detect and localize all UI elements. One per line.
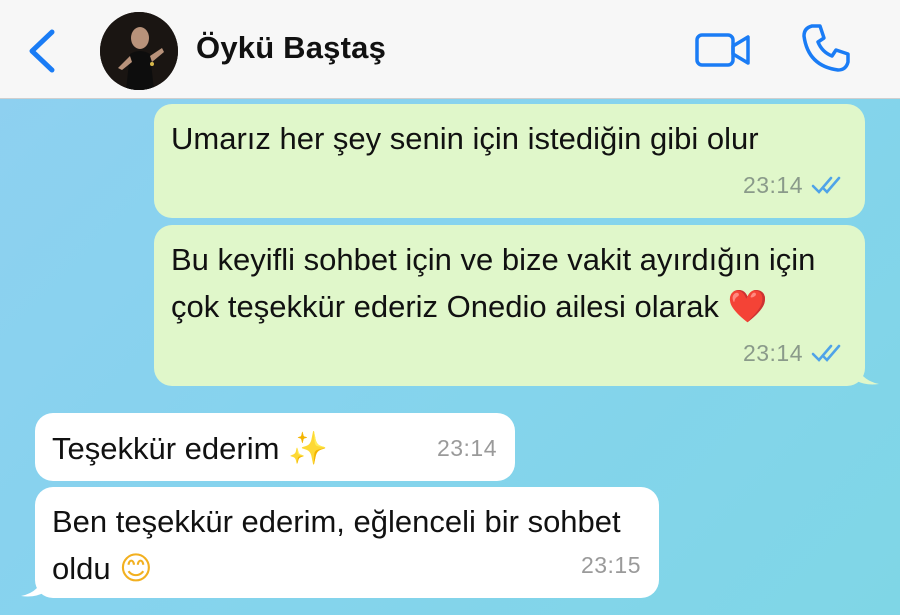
- message-bubble-incoming[interactable]: Teşekkür ederim ✨ 23:14: [35, 413, 515, 481]
- double-check-icon: [811, 176, 841, 194]
- chat-header: Öykü Baştaş: [0, 0, 900, 99]
- message-time: 23:14: [742, 340, 803, 366]
- contact-name[interactable]: Öykü Baştaş: [196, 30, 386, 66]
- message-text: Bu keyifli sohbet için ve bize vakit ayı…: [171, 242, 816, 324]
- heart-emoji: ❤️: [727, 287, 768, 325]
- smiling-emoji: 😊: [119, 549, 153, 587]
- message-bubble-incoming[interactable]: Ben teşekkür ederim, eğlenceli bir sohbe…: [21, 487, 659, 598]
- message-meta: 23:14: [743, 330, 845, 376]
- message-bubble-outgoing[interactable]: Umarız her şey senin için istediğin gibi…: [154, 104, 865, 218]
- chevron-left-icon[interactable]: [22, 26, 62, 76]
- phone-icon[interactable]: [800, 22, 852, 74]
- message-meta: 23:15: [581, 542, 641, 588]
- bubble-tail: [21, 572, 45, 597]
- message-meta: 23:14: [437, 425, 497, 471]
- video-camera-icon[interactable]: [694, 30, 752, 70]
- message-bubble-outgoing[interactable]: Bu keyifli sohbet için ve bize vakit ayı…: [154, 225, 879, 386]
- avatar[interactable]: [100, 12, 178, 90]
- double-check-icon: [811, 344, 841, 362]
- message-time: 23:15: [580, 552, 641, 578]
- bubble-tail: [855, 360, 879, 385]
- message-text: Umarız her şey senin için istediğin gibi…: [171, 121, 759, 156]
- message-time: 23:14: [742, 172, 803, 198]
- message-text: Teşekkür ederim: [52, 431, 280, 466]
- message-meta: 23:14: [743, 162, 845, 208]
- sparkles-emoji: ✨: [288, 429, 328, 467]
- message-time: 23:14: [436, 435, 497, 461]
